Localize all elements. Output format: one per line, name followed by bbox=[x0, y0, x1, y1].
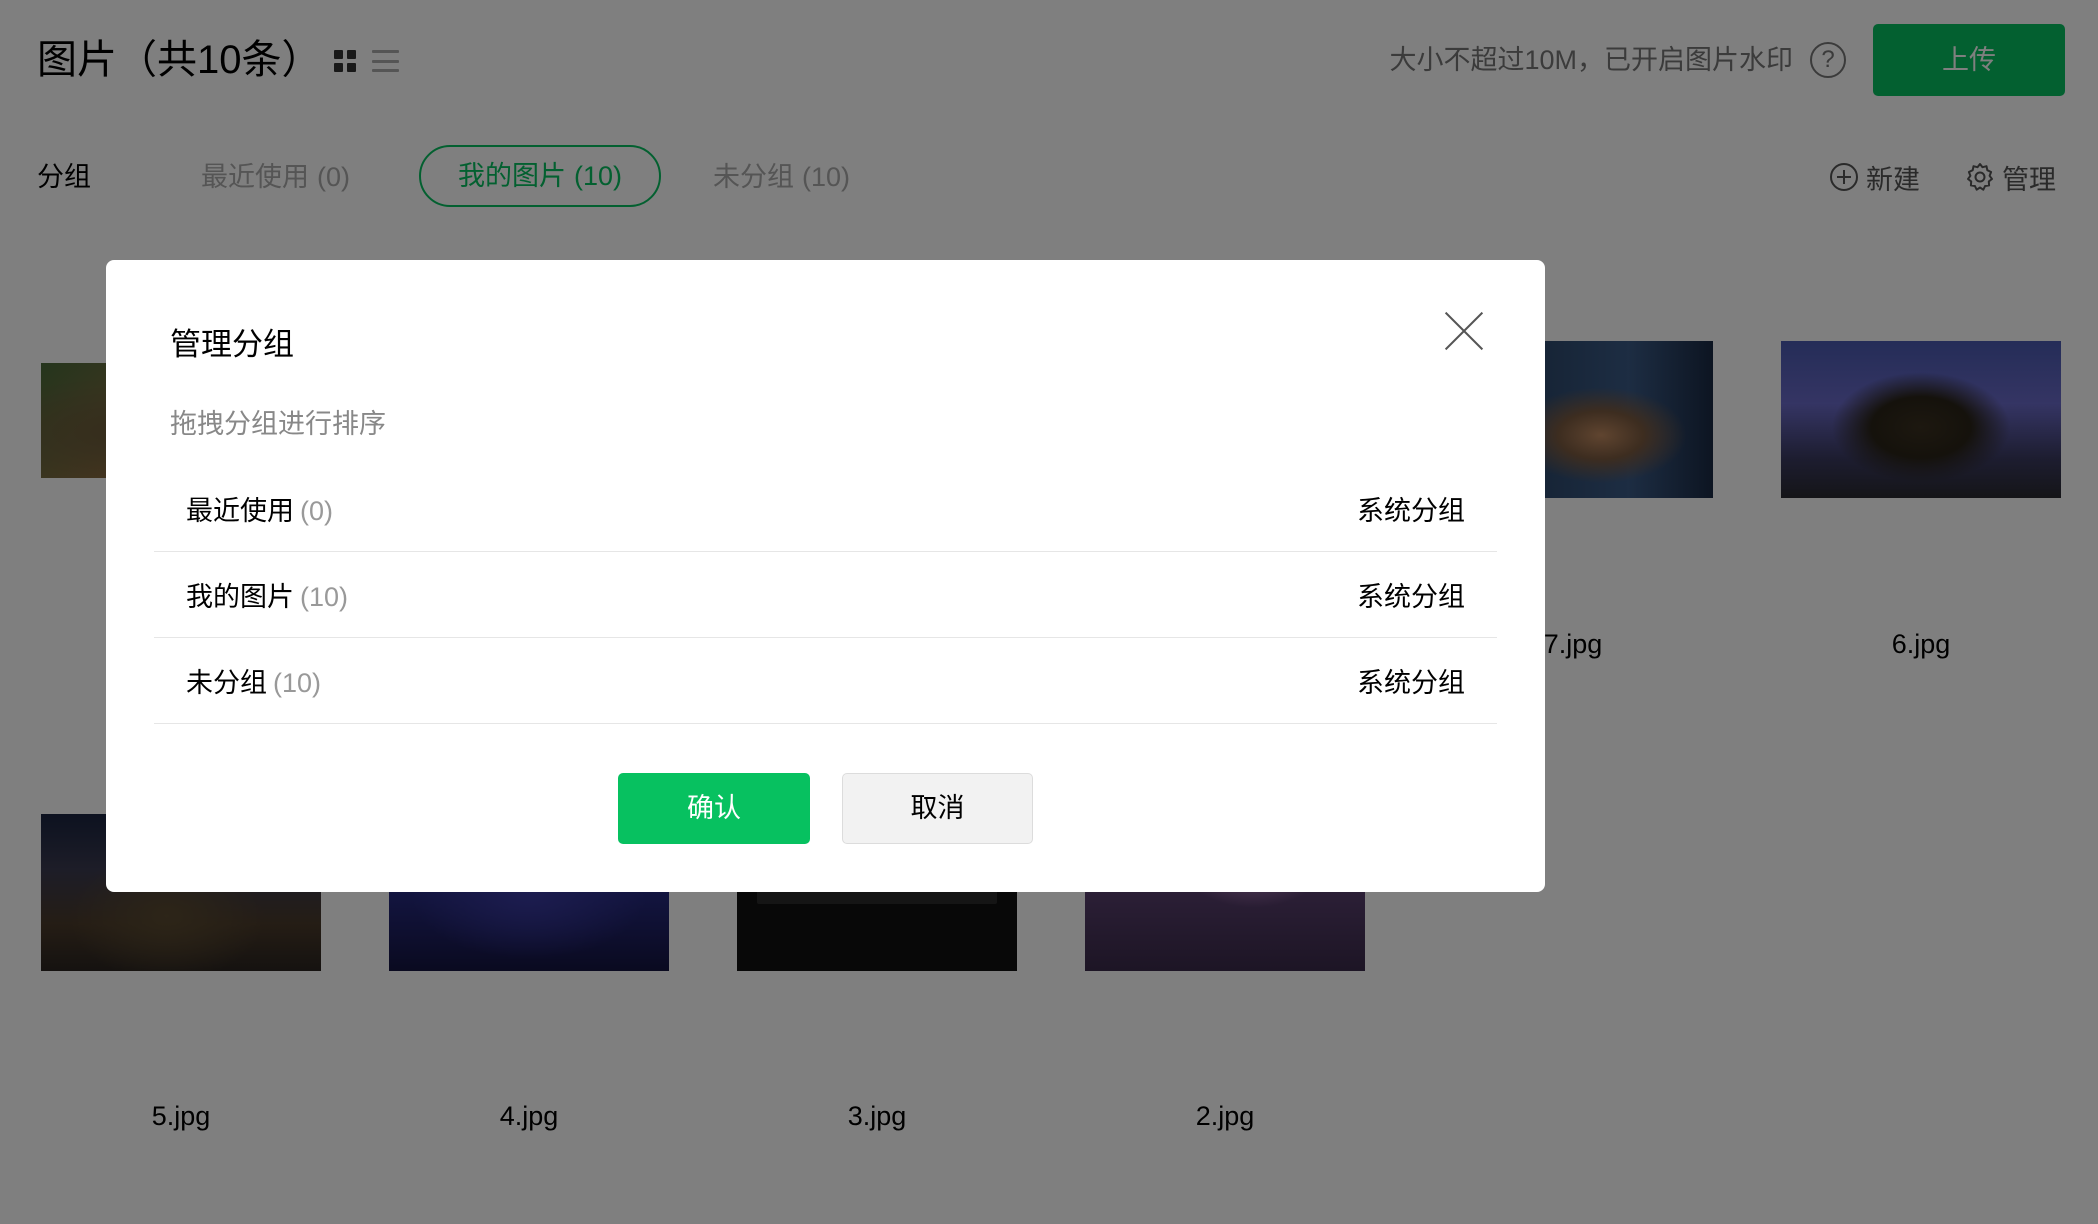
group-title: 我的图片 (10) bbox=[186, 575, 348, 614]
group-title: 最近使用 (0) bbox=[186, 489, 333, 528]
group-row[interactable]: 我的图片 (10) 系统分组 bbox=[154, 552, 1497, 638]
group-name: 我的图片 bbox=[186, 582, 294, 612]
group-name: 最近使用 bbox=[186, 496, 294, 526]
group-name: 未分组 bbox=[186, 668, 267, 698]
close-icon[interactable] bbox=[1445, 312, 1483, 350]
confirm-button[interactable]: 确认 bbox=[618, 773, 810, 844]
cancel-button[interactable]: 取消 bbox=[842, 773, 1033, 844]
group-type: 系统分组 bbox=[1357, 496, 1465, 526]
group-title: 未分组 (10) bbox=[186, 661, 321, 700]
dialog-hint: 拖拽分组进行排序 bbox=[170, 409, 386, 439]
group-type: 系统分组 bbox=[1357, 582, 1465, 612]
manage-groups-dialog: 管理分组 拖拽分组进行排序 最近使用 (0) 系统分组 我的图片 (10) 系统分组… bbox=[106, 260, 1545, 892]
group-count: (0) bbox=[300, 496, 333, 526]
group-row[interactable]: 未分组 (10) 系统分组 bbox=[154, 638, 1497, 724]
group-list: 最近使用 (0) 系统分组 我的图片 (10) 系统分组 未分组 (10) 系统分组 bbox=[154, 466, 1497, 724]
group-row[interactable]: 最近使用 (0) 系统分组 bbox=[154, 466, 1497, 552]
dialog-title: 管理分组 bbox=[170, 327, 294, 362]
group-count: (10) bbox=[273, 668, 322, 698]
group-type: 系统分组 bbox=[1357, 668, 1465, 698]
group-count: (10) bbox=[300, 582, 349, 612]
